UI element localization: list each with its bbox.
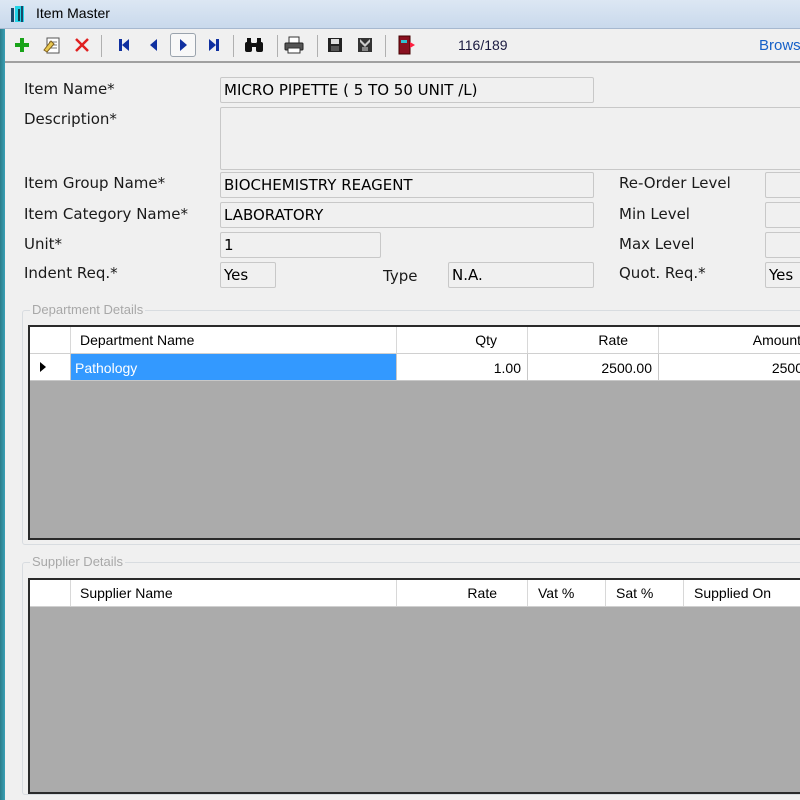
- department-grid[interactable]: Department Name Qty Rate Amount Patholog…: [28, 325, 800, 540]
- app-icon: [11, 6, 24, 22]
- next-record-button[interactable]: [170, 33, 196, 57]
- toolbar-separator: [233, 35, 234, 57]
- item-name-label: Item Name*: [24, 80, 115, 98]
- department-details-title: Department Details: [30, 302, 146, 317]
- next-record-icon: [180, 39, 187, 51]
- table-row[interactable]: Pathology 1.00 2500.00 2500: [30, 354, 800, 381]
- floppy-save-icon: [328, 38, 342, 52]
- max-level-field[interactable]: [765, 232, 800, 258]
- min-level-label: Min Level: [619, 205, 690, 223]
- indent-req-label: Indent Req.*: [24, 264, 118, 282]
- column-header-qty[interactable]: Qty: [397, 327, 528, 353]
- row-header-column: [30, 580, 71, 606]
- column-header-sat[interactable]: Sat %: [606, 580, 684, 606]
- supplier-details-title: Supplier Details: [30, 554, 126, 569]
- reorder-level-label: Re-Order Level: [619, 174, 731, 192]
- supplier-grid[interactable]: Supplier Name Rate Vat % Sat % Supplied …: [28, 578, 800, 794]
- indent-req-field[interactable]: Yes: [220, 262, 276, 288]
- floppy-cancel-icon: [358, 38, 372, 52]
- print-button[interactable]: [283, 33, 305, 57]
- toolbar-separator: [101, 35, 102, 57]
- qty-cell[interactable]: 1.00: [397, 354, 528, 381]
- description-label: Description*: [24, 110, 117, 128]
- window-title: Item Master: [36, 5, 110, 21]
- unit-label: Unit*: [24, 235, 63, 253]
- save-button[interactable]: [324, 33, 346, 57]
- delete-button[interactable]: [71, 33, 93, 57]
- toolbar-separator: [317, 35, 318, 57]
- last-record-icon: [209, 39, 219, 51]
- quot-req-field[interactable]: Yes: [765, 262, 800, 288]
- plus-icon: [15, 38, 29, 52]
- type-label: Type: [383, 267, 418, 285]
- window-border: [0, 0, 5, 800]
- row-selector[interactable]: [30, 354, 71, 381]
- find-button[interactable]: [243, 33, 265, 57]
- item-category-name-field[interactable]: LABORATORY: [220, 202, 594, 228]
- quot-req-label: Quot. Req.*: [619, 264, 706, 282]
- item-group-name-field[interactable]: BIOCHEMISTRY REAGENT: [220, 172, 594, 198]
- delete-x-icon: [75, 38, 89, 52]
- column-header-vat[interactable]: Vat %: [528, 580, 606, 606]
- column-header-amount[interactable]: Amount: [659, 327, 800, 353]
- edit-button[interactable]: [41, 33, 63, 57]
- record-counter: 116/189: [458, 37, 508, 53]
- last-record-button[interactable]: [203, 33, 225, 57]
- edit-document-icon: [43, 37, 60, 54]
- toolbar-separator: [277, 35, 278, 57]
- amount-cell[interactable]: 2500: [659, 354, 800, 381]
- add-button[interactable]: [11, 33, 33, 57]
- rate-cell[interactable]: 2500.00: [528, 354, 659, 381]
- department-grid-header: Department Name Qty Rate Amount: [30, 327, 800, 354]
- unit-field[interactable]: 1: [220, 232, 381, 258]
- row-header-column: [30, 327, 71, 353]
- toolbar-separator: [385, 35, 386, 57]
- min-level-field[interactable]: [765, 202, 800, 228]
- department-name-cell[interactable]: Pathology: [71, 354, 397, 381]
- column-header-supplier-name[interactable]: Supplier Name: [71, 580, 397, 606]
- title-bar: Item Master: [0, 0, 800, 29]
- previous-record-icon: [150, 39, 157, 51]
- previous-record-button[interactable]: [143, 33, 165, 57]
- column-header-rate[interactable]: Rate: [397, 580, 528, 606]
- description-field[interactable]: [220, 107, 800, 170]
- toolbar: 116/189 Browse: [5, 29, 800, 63]
- cancel-save-button[interactable]: [354, 33, 376, 57]
- max-level-label: Max Level: [619, 235, 695, 253]
- item-category-name-label: Item Category Name*: [24, 205, 188, 223]
- first-record-button[interactable]: [113, 33, 135, 57]
- printer-icon: [284, 36, 304, 54]
- type-field[interactable]: N.A.: [448, 262, 594, 288]
- column-header-supplied-on[interactable]: Supplied On: [684, 580, 800, 606]
- column-header-department-name[interactable]: Department Name: [71, 327, 397, 353]
- supplier-grid-header: Supplier Name Rate Vat % Sat % Supplied …: [30, 580, 800, 607]
- item-name-field[interactable]: MICRO PIPETTE ( 5 TO 50 UNIT /L): [220, 77, 594, 103]
- exit-button[interactable]: [395, 33, 417, 57]
- browse-link[interactable]: Browse: [759, 37, 800, 54]
- binoculars-icon: [245, 38, 263, 52]
- exit-door-icon: [398, 35, 415, 55]
- item-group-name-label: Item Group Name*: [24, 174, 166, 192]
- first-record-icon: [119, 39, 129, 51]
- reorder-level-field[interactable]: [765, 172, 800, 198]
- column-header-rate[interactable]: Rate: [528, 327, 659, 353]
- current-row-arrow-icon: [40, 362, 46, 372]
